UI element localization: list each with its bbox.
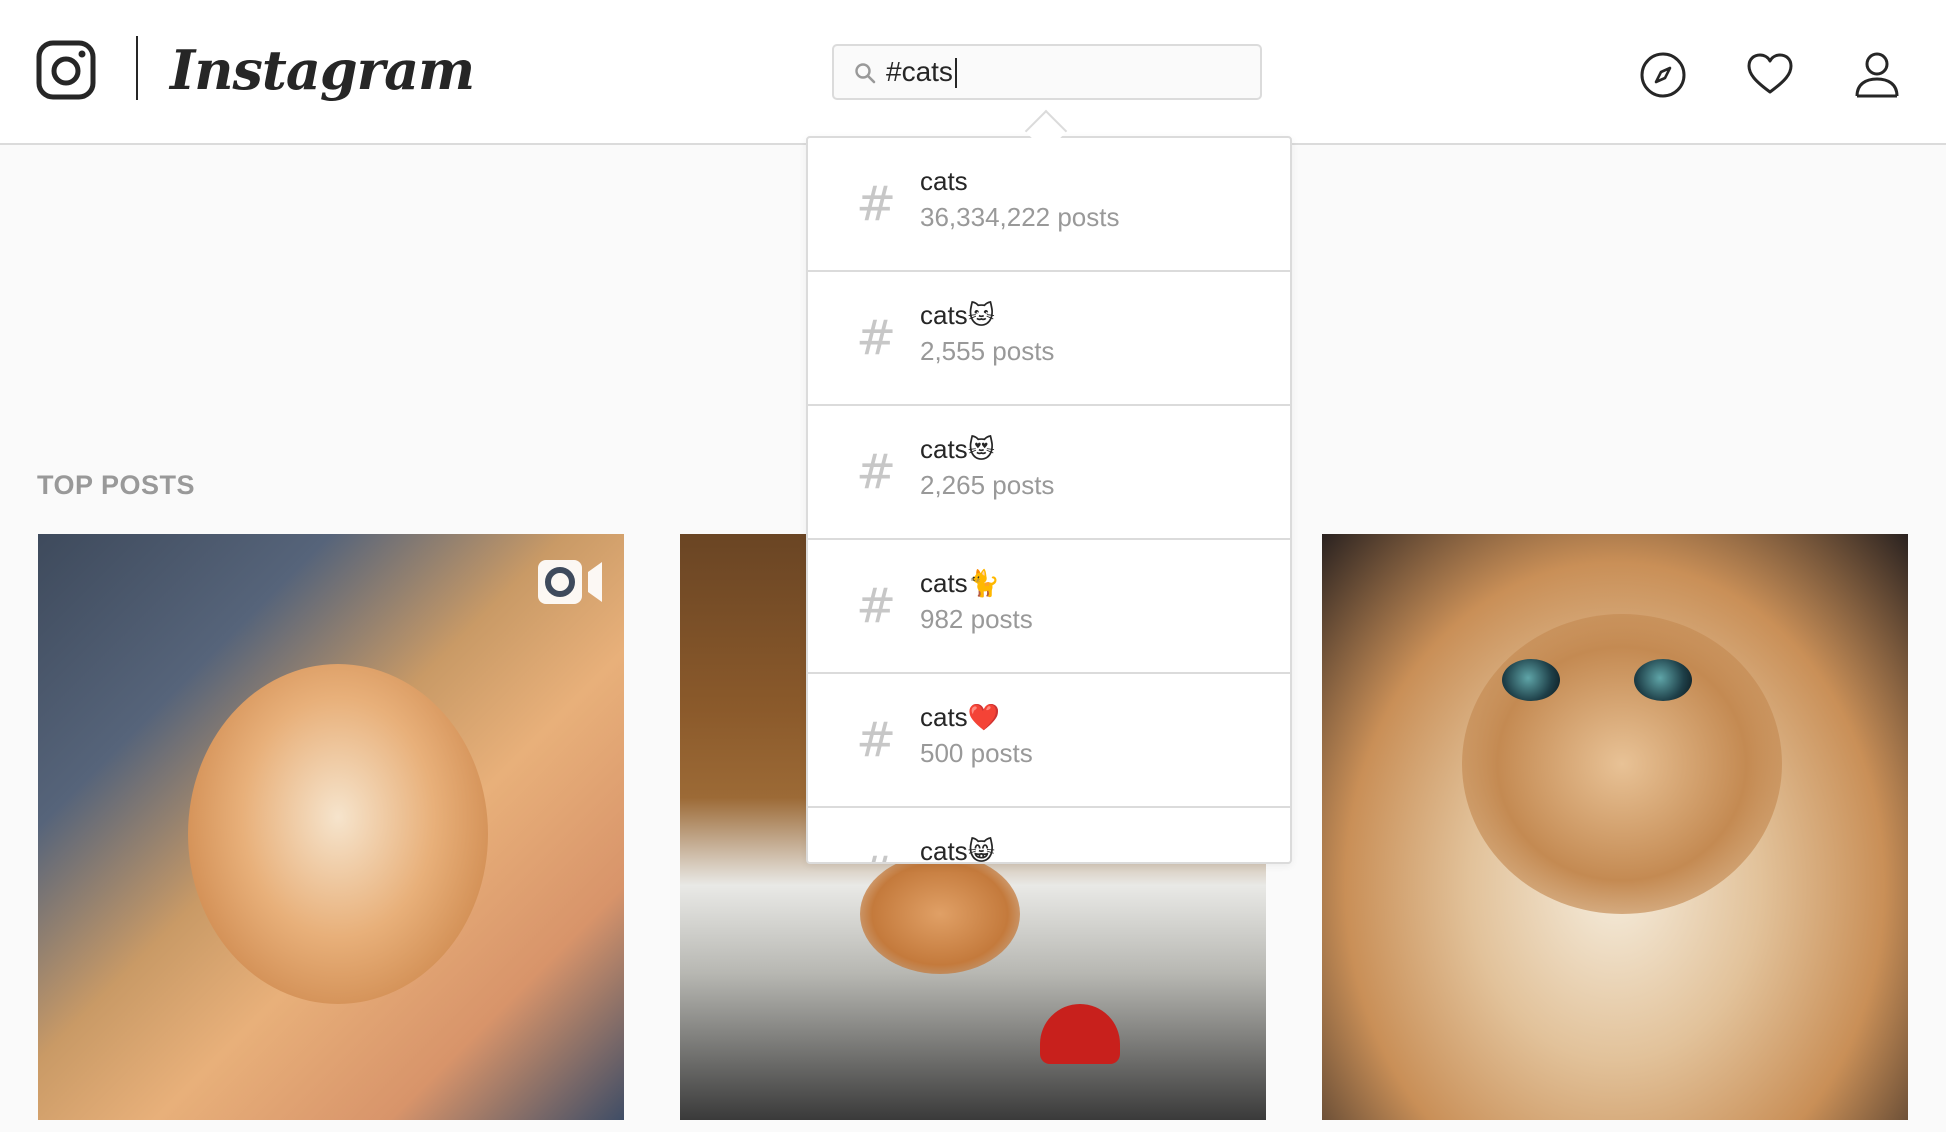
explore-compass-icon[interactable] xyxy=(1638,50,1688,100)
search-input[interactable] xyxy=(886,52,1236,92)
hashtag-icon: # xyxy=(856,578,897,634)
hashtag-icon: # xyxy=(856,444,897,500)
search-results-dropdown: # cats 36,334,222 posts # cats🐱 2,555 po… xyxy=(806,136,1292,864)
video-camera-icon xyxy=(538,560,602,604)
activity-heart-icon[interactable] xyxy=(1745,50,1795,100)
search-result-item[interactable]: # cats🐈 982 posts xyxy=(808,540,1290,674)
search-result-item[interactable]: # cats❤️ 500 posts xyxy=(808,674,1290,808)
hashtag-icon: # xyxy=(856,176,897,232)
search-icon xyxy=(855,63,876,84)
search-box[interactable] xyxy=(832,44,1262,100)
post-thumbnail[interactable] xyxy=(1322,534,1908,1120)
search-result-item[interactable]: # cats😻 2,265 posts xyxy=(808,406,1290,540)
result-tag-name: cats xyxy=(920,166,968,196)
cat-photo-placeholder xyxy=(188,664,488,1004)
instagram-wordmark[interactable]: Instagram xyxy=(170,30,475,110)
result-post-count: 2,265 posts xyxy=(920,470,1055,500)
result-tag-name: cats🐱 xyxy=(920,300,995,330)
result-tag-name: cats😻 xyxy=(920,434,995,464)
logo-divider xyxy=(136,36,138,100)
search-result-item[interactable]: # cats🐱 2,555 posts xyxy=(808,272,1290,406)
profile-person-icon[interactable] xyxy=(1852,50,1902,100)
result-post-count: 36,334,222 posts xyxy=(920,202,1120,232)
instagram-logo-icon[interactable] xyxy=(36,40,96,100)
top-posts-heading: TOP POSTS xyxy=(37,470,196,500)
result-post-count: 982 posts xyxy=(920,604,1033,634)
search-result-item[interactable]: # cats😸 xyxy=(808,808,1290,864)
kettle-shape xyxy=(1040,1004,1120,1064)
cat-photo-placeholder xyxy=(1462,614,1782,914)
top-navigation-bar: Instagram xyxy=(0,0,1946,145)
text-cursor xyxy=(955,58,957,88)
result-tag-name: cats🐈 xyxy=(920,568,1001,598)
hashtag-icon: # xyxy=(856,712,897,768)
cat-photo-placeholder xyxy=(860,854,1020,974)
cat-eye-right xyxy=(1634,659,1692,701)
hashtag-icon: # xyxy=(856,846,896,862)
search-result-item[interactable]: # cats 36,334,222 posts xyxy=(808,138,1290,272)
result-tag-name: cats😸 xyxy=(920,836,995,864)
post-thumbnail-video[interactable] xyxy=(38,534,624,1120)
result-post-count: 500 posts xyxy=(920,738,1033,768)
hashtag-icon: # xyxy=(856,310,897,366)
result-post-count: 2,555 posts xyxy=(920,336,1055,366)
cat-eye-left xyxy=(1502,659,1560,701)
result-tag-name: cats❤️ xyxy=(920,702,1001,732)
